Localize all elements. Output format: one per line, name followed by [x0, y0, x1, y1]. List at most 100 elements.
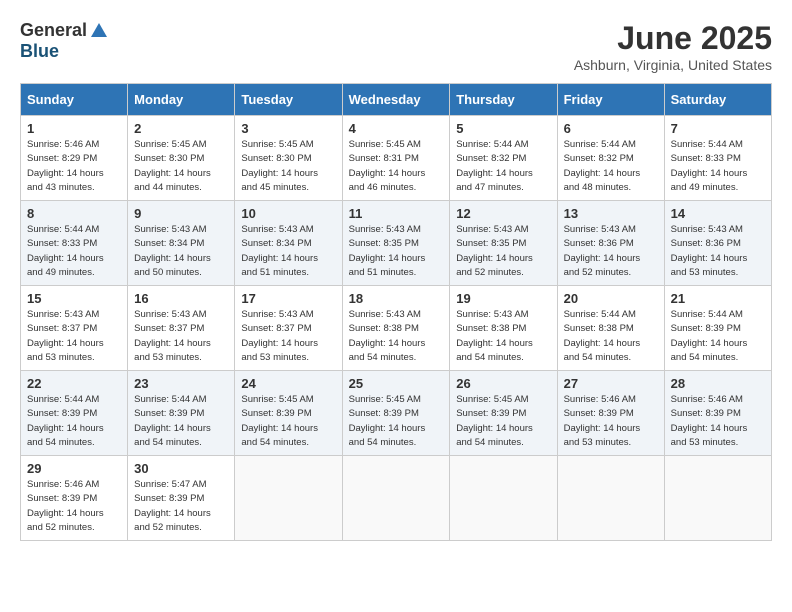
- day-number: 16: [134, 291, 228, 306]
- calendar-cell: 15 Sunrise: 5:43 AM Sunset: 8:37 PM Dayl…: [21, 286, 128, 371]
- calendar-cell: 7 Sunrise: 5:44 AM Sunset: 8:33 PM Dayli…: [664, 116, 771, 201]
- calendar-cell: 21 Sunrise: 5:44 AM Sunset: 8:39 PM Dayl…: [664, 286, 771, 371]
- calendar-cell: 30 Sunrise: 5:47 AM Sunset: 8:39 PM Dayl…: [128, 456, 235, 541]
- day-info: Sunrise: 5:43 AM Sunset: 8:34 PM Dayligh…: [134, 223, 228, 280]
- calendar-cell: [664, 456, 771, 541]
- calendar-cell: 11 Sunrise: 5:43 AM Sunset: 8:35 PM Dayl…: [342, 201, 450, 286]
- calendar-cell: 5 Sunrise: 5:44 AM Sunset: 8:32 PM Dayli…: [450, 116, 557, 201]
- calendar-header-row: Sunday Monday Tuesday Wednesday Thursday…: [21, 84, 772, 116]
- day-info: Sunrise: 5:46 AM Sunset: 8:39 PM Dayligh…: [27, 478, 121, 535]
- day-number: 25: [349, 376, 444, 391]
- day-info: Sunrise: 5:44 AM Sunset: 8:33 PM Dayligh…: [671, 138, 765, 195]
- day-number: 1: [27, 121, 121, 136]
- day-number: 30: [134, 461, 228, 476]
- day-info: Sunrise: 5:45 AM Sunset: 8:30 PM Dayligh…: [134, 138, 228, 195]
- calendar-cell: 23 Sunrise: 5:44 AM Sunset: 8:39 PM Dayl…: [128, 371, 235, 456]
- calendar-cell: 27 Sunrise: 5:46 AM Sunset: 8:39 PM Dayl…: [557, 371, 664, 456]
- calendar-cell: 18 Sunrise: 5:43 AM Sunset: 8:38 PM Dayl…: [342, 286, 450, 371]
- day-info: Sunrise: 5:44 AM Sunset: 8:39 PM Dayligh…: [134, 393, 228, 450]
- calendar-cell: [557, 456, 664, 541]
- location-text: Ashburn, Virginia, United States: [574, 57, 772, 73]
- calendar-table: Sunday Monday Tuesday Wednesday Thursday…: [20, 83, 772, 541]
- day-number: 5: [456, 121, 550, 136]
- calendar-week-row: 8 Sunrise: 5:44 AM Sunset: 8:33 PM Dayli…: [21, 201, 772, 286]
- calendar-cell: 10 Sunrise: 5:43 AM Sunset: 8:34 PM Dayl…: [235, 201, 342, 286]
- col-monday: Monday: [128, 84, 235, 116]
- day-number: 27: [564, 376, 658, 391]
- month-title: June 2025: [574, 20, 772, 57]
- day-number: 24: [241, 376, 335, 391]
- day-number: 19: [456, 291, 550, 306]
- day-info: Sunrise: 5:44 AM Sunset: 8:32 PM Dayligh…: [456, 138, 550, 195]
- day-number: 4: [349, 121, 444, 136]
- day-number: 6: [564, 121, 658, 136]
- calendar-week-row: 29 Sunrise: 5:46 AM Sunset: 8:39 PM Dayl…: [21, 456, 772, 541]
- calendar-cell: 26 Sunrise: 5:45 AM Sunset: 8:39 PM Dayl…: [450, 371, 557, 456]
- calendar-cell: [342, 456, 450, 541]
- day-info: Sunrise: 5:47 AM Sunset: 8:39 PM Dayligh…: [134, 478, 228, 535]
- day-info: Sunrise: 5:44 AM Sunset: 8:33 PM Dayligh…: [27, 223, 121, 280]
- day-info: Sunrise: 5:45 AM Sunset: 8:39 PM Dayligh…: [241, 393, 335, 450]
- day-number: 2: [134, 121, 228, 136]
- day-info: Sunrise: 5:43 AM Sunset: 8:37 PM Dayligh…: [134, 308, 228, 365]
- logo-icon: [89, 21, 109, 41]
- day-number: 21: [671, 291, 765, 306]
- day-info: Sunrise: 5:46 AM Sunset: 8:29 PM Dayligh…: [27, 138, 121, 195]
- calendar-week-row: 1 Sunrise: 5:46 AM Sunset: 8:29 PM Dayli…: [21, 116, 772, 201]
- calendar-cell: 28 Sunrise: 5:46 AM Sunset: 8:39 PM Dayl…: [664, 371, 771, 456]
- day-info: Sunrise: 5:43 AM Sunset: 8:37 PM Dayligh…: [241, 308, 335, 365]
- day-info: Sunrise: 5:43 AM Sunset: 8:37 PM Dayligh…: [27, 308, 121, 365]
- logo-general-text: General: [20, 20, 87, 41]
- logo-blue-text: Blue: [20, 41, 59, 62]
- calendar-cell: 29 Sunrise: 5:46 AM Sunset: 8:39 PM Dayl…: [21, 456, 128, 541]
- day-number: 8: [27, 206, 121, 221]
- day-info: Sunrise: 5:43 AM Sunset: 8:36 PM Dayligh…: [671, 223, 765, 280]
- day-number: 17: [241, 291, 335, 306]
- col-saturday: Saturday: [664, 84, 771, 116]
- col-wednesday: Wednesday: [342, 84, 450, 116]
- day-info: Sunrise: 5:44 AM Sunset: 8:32 PM Dayligh…: [564, 138, 658, 195]
- day-info: Sunrise: 5:43 AM Sunset: 8:34 PM Dayligh…: [241, 223, 335, 280]
- day-info: Sunrise: 5:43 AM Sunset: 8:38 PM Dayligh…: [349, 308, 444, 365]
- day-info: Sunrise: 5:44 AM Sunset: 8:39 PM Dayligh…: [27, 393, 121, 450]
- day-info: Sunrise: 5:45 AM Sunset: 8:39 PM Dayligh…: [456, 393, 550, 450]
- day-number: 18: [349, 291, 444, 306]
- day-number: 14: [671, 206, 765, 221]
- calendar-week-row: 22 Sunrise: 5:44 AM Sunset: 8:39 PM Dayl…: [21, 371, 772, 456]
- day-info: Sunrise: 5:43 AM Sunset: 8:38 PM Dayligh…: [456, 308, 550, 365]
- col-sunday: Sunday: [21, 84, 128, 116]
- day-info: Sunrise: 5:44 AM Sunset: 8:39 PM Dayligh…: [671, 308, 765, 365]
- day-info: Sunrise: 5:46 AM Sunset: 8:39 PM Dayligh…: [671, 393, 765, 450]
- calendar-cell: 22 Sunrise: 5:44 AM Sunset: 8:39 PM Dayl…: [21, 371, 128, 456]
- calendar-cell: 1 Sunrise: 5:46 AM Sunset: 8:29 PM Dayli…: [21, 116, 128, 201]
- day-number: 28: [671, 376, 765, 391]
- day-info: Sunrise: 5:43 AM Sunset: 8:35 PM Dayligh…: [349, 223, 444, 280]
- day-info: Sunrise: 5:46 AM Sunset: 8:39 PM Dayligh…: [564, 393, 658, 450]
- day-number: 9: [134, 206, 228, 221]
- calendar-cell: 2 Sunrise: 5:45 AM Sunset: 8:30 PM Dayli…: [128, 116, 235, 201]
- calendar-cell: 24 Sunrise: 5:45 AM Sunset: 8:39 PM Dayl…: [235, 371, 342, 456]
- day-info: Sunrise: 5:45 AM Sunset: 8:39 PM Dayligh…: [349, 393, 444, 450]
- day-info: Sunrise: 5:43 AM Sunset: 8:36 PM Dayligh…: [564, 223, 658, 280]
- logo: General Blue: [20, 20, 109, 62]
- title-section: June 2025 Ashburn, Virginia, United Stat…: [574, 20, 772, 73]
- day-info: Sunrise: 5:45 AM Sunset: 8:30 PM Dayligh…: [241, 138, 335, 195]
- calendar-cell: 4 Sunrise: 5:45 AM Sunset: 8:31 PM Dayli…: [342, 116, 450, 201]
- day-number: 10: [241, 206, 335, 221]
- calendar-cell: 16 Sunrise: 5:43 AM Sunset: 8:37 PM Dayl…: [128, 286, 235, 371]
- calendar-cell: 13 Sunrise: 5:43 AM Sunset: 8:36 PM Dayl…: [557, 201, 664, 286]
- calendar-cell: 8 Sunrise: 5:44 AM Sunset: 8:33 PM Dayli…: [21, 201, 128, 286]
- calendar-cell: 12 Sunrise: 5:43 AM Sunset: 8:35 PM Dayl…: [450, 201, 557, 286]
- day-info: Sunrise: 5:44 AM Sunset: 8:38 PM Dayligh…: [564, 308, 658, 365]
- calendar-cell: 6 Sunrise: 5:44 AM Sunset: 8:32 PM Dayli…: [557, 116, 664, 201]
- day-number: 26: [456, 376, 550, 391]
- day-info: Sunrise: 5:45 AM Sunset: 8:31 PM Dayligh…: [349, 138, 444, 195]
- calendar-cell: 19 Sunrise: 5:43 AM Sunset: 8:38 PM Dayl…: [450, 286, 557, 371]
- col-friday: Friday: [557, 84, 664, 116]
- day-number: 29: [27, 461, 121, 476]
- col-tuesday: Tuesday: [235, 84, 342, 116]
- calendar-cell: [235, 456, 342, 541]
- day-number: 3: [241, 121, 335, 136]
- day-number: 13: [564, 206, 658, 221]
- day-number: 22: [27, 376, 121, 391]
